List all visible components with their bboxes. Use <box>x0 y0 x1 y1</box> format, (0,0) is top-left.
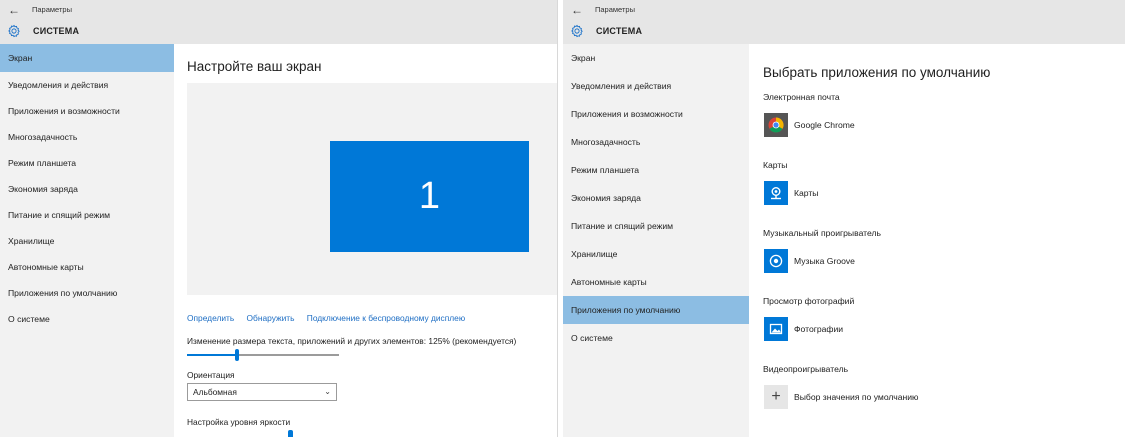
plus-icon: + <box>764 385 788 409</box>
category-label-music: Музыкальный проигрыватель <box>763 228 881 238</box>
page-title: Выбрать приложения по умолчанию <box>763 65 991 80</box>
section-title: СИСТЕМА <box>596 26 643 36</box>
orientation-value: Альбомная <box>193 387 237 397</box>
default-app-maps[interactable]: Карты <box>764 180 819 206</box>
sidebar-item-about[interactable]: О системе <box>563 324 749 352</box>
identify-link[interactable]: Определить <box>187 313 234 323</box>
display-links: Определить Обнаружить Подключение к бесп… <box>187 313 475 323</box>
sidebar-item-tablet-mode[interactable]: Режим планшета <box>0 150 174 176</box>
sidebar-item-offline-maps[interactable]: Автономные карты <box>563 268 749 296</box>
app-name: Музыка Groove <box>794 256 855 266</box>
app-name: Выбор значения по умолчанию <box>794 392 919 402</box>
sidebar-item-multitasking[interactable]: Многозадачность <box>563 128 749 156</box>
orientation-dropdown[interactable]: Альбомная ⌄ <box>187 383 337 401</box>
default-app-music[interactable]: Музыка Groove <box>764 248 855 274</box>
category-label-email: Электронная почта <box>763 92 840 102</box>
chevron-down-icon: ⌄ <box>324 387 331 396</box>
sidebar-item-display[interactable]: Экран <box>563 44 749 72</box>
sidebar-item-about[interactable]: О системе <box>0 306 174 332</box>
sidebar-item-battery-saver[interactable]: Экономия заряда <box>563 184 749 212</box>
brightness-slider-thumb[interactable] <box>288 430 293 437</box>
display-settings-panel: Настройте ваш экран 1 Определить Обнаруж… <box>174 44 557 437</box>
chrome-icon <box>764 113 788 137</box>
sidebar-item-apps-features[interactable]: Приложения и возможности <box>0 98 174 124</box>
scale-label: Изменение размера текста, приложений и д… <box>187 336 517 346</box>
sidebar-item-battery-saver[interactable]: Экономия заряда <box>0 176 174 202</box>
display-arrangement-area: 1 <box>187 83 557 295</box>
default-app-email[interactable]: Google Chrome <box>764 112 855 138</box>
orientation-label: Ориентация <box>187 370 235 380</box>
scale-slider[interactable] <box>187 349 339 361</box>
sidebar-item-storage[interactable]: Хранилище <box>0 228 174 254</box>
sidebar: Экран Уведомления и действия Приложения … <box>563 44 749 437</box>
detect-link[interactable]: Обнаружить <box>247 313 295 323</box>
title-bar: ← Параметры СИСТЕМА <box>563 0 1125 44</box>
slider-thumb[interactable] <box>235 349 239 361</box>
sidebar-item-default-apps[interactable]: Приложения по умолчанию <box>0 280 174 306</box>
back-arrow-icon[interactable]: ← <box>8 3 24 17</box>
slider-fill <box>187 354 237 356</box>
section-title: СИСТЕМА <box>33 26 80 36</box>
monitor-1-tile[interactable]: 1 <box>330 141 529 252</box>
groove-music-icon <box>764 249 788 273</box>
sidebar-item-default-apps[interactable]: Приложения по умолчанию <box>563 296 749 324</box>
photos-icon <box>764 317 788 341</box>
wireless-display-link[interactable]: Подключение к беспроводному дисплею <box>307 313 465 323</box>
app-name: Фотографии <box>794 324 844 334</box>
title-bar: ← Параметры СИСТЕМА <box>0 0 557 44</box>
app-title: Параметры <box>32 5 72 14</box>
brightness-label: Настройка уровня яркости <box>187 417 291 427</box>
settings-window-default-apps: ← Параметры СИСТЕМА Экран Уведомления и … <box>563 0 1125 437</box>
default-apps-panel: Выбрать приложения по умолчанию Электрон… <box>749 44 1125 437</box>
sidebar-item-notifications[interactable]: Уведомления и действия <box>563 72 749 100</box>
category-label-maps: Карты <box>763 160 788 170</box>
app-title: Параметры <box>595 5 635 14</box>
sidebar-item-multitasking[interactable]: Многозадачность <box>0 124 174 150</box>
app-name: Карты <box>794 188 819 198</box>
page-title: Настройте ваш экран <box>187 59 322 74</box>
default-app-video[interactable]: + Выбор значения по умолчанию <box>764 384 919 410</box>
category-label-video: Видеопроигрыватель <box>763 364 849 374</box>
sidebar-item-power-sleep[interactable]: Питание и спящий режим <box>563 212 749 240</box>
gear-icon <box>8 24 20 38</box>
app-name: Google Chrome <box>794 120 855 130</box>
settings-window-display: ← Параметры СИСТЕМА Экран Уведомления и … <box>0 0 557 437</box>
category-label-photos: Просмотр фотографий <box>763 296 855 306</box>
sidebar-item-display[interactable]: Экран <box>0 44 174 72</box>
sidebar-item-notifications[interactable]: Уведомления и действия <box>0 72 174 98</box>
sidebar-item-tablet-mode[interactable]: Режим планшета <box>563 156 749 184</box>
sidebar-item-apps-features[interactable]: Приложения и возможности <box>563 100 749 128</box>
sidebar-item-power-sleep[interactable]: Питание и спящий режим <box>0 202 174 228</box>
sidebar-item-storage[interactable]: Хранилище <box>563 240 749 268</box>
maps-icon <box>764 181 788 205</box>
default-app-photos[interactable]: Фотографии <box>764 316 843 342</box>
back-arrow-icon[interactable]: ← <box>571 3 587 17</box>
sidebar: Экран Уведомления и действия Приложения … <box>0 44 174 437</box>
gear-icon <box>571 24 583 38</box>
sidebar-item-offline-maps[interactable]: Автономные карты <box>0 254 174 280</box>
